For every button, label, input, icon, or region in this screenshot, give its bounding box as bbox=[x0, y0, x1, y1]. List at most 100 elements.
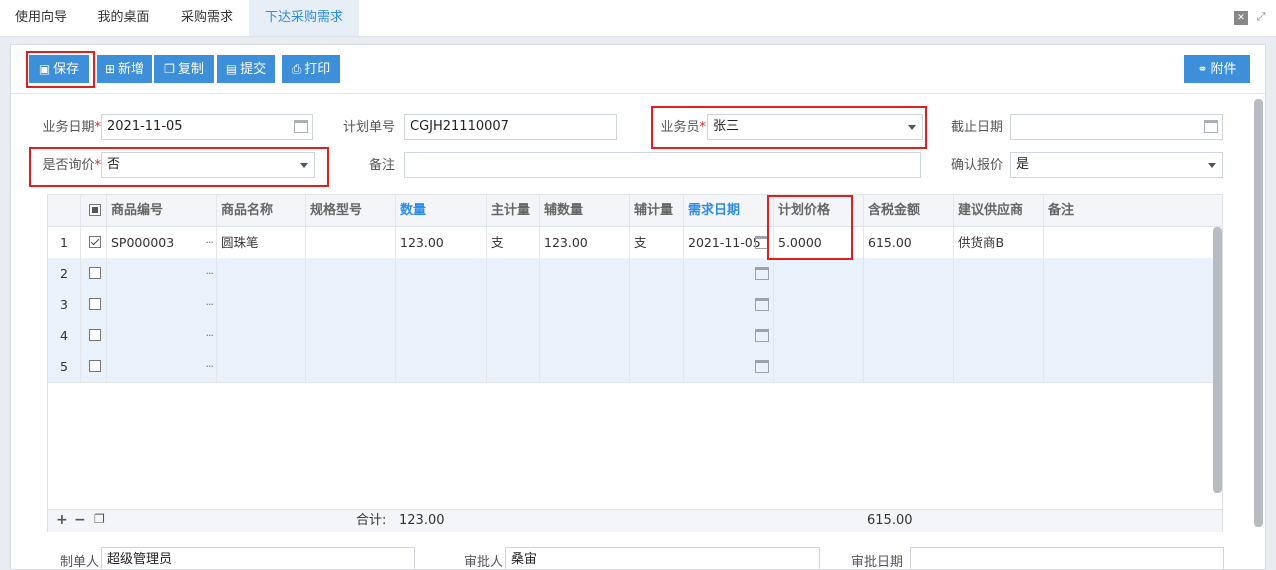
plan-no-input[interactable]: CGJH21110007 bbox=[404, 114, 617, 140]
more-icon[interactable]: ··· bbox=[206, 227, 214, 258]
print-icon: ⎙ bbox=[291, 62, 302, 76]
remark-input[interactable] bbox=[404, 152, 921, 178]
copy-button[interactable]: ❐ 复制 bbox=[154, 55, 214, 83]
header-aux-qty: 辅数量 bbox=[540, 195, 630, 226]
chevron-down-icon bbox=[1208, 163, 1216, 168]
row-checkbox[interactable] bbox=[89, 360, 101, 372]
header-note: 备注 bbox=[1048, 203, 1075, 218]
calendar-icon[interactable] bbox=[755, 360, 769, 373]
table-footer: + − ❐ 合计: 123.00 615.00 bbox=[48, 509, 1222, 532]
cell-aux-qty[interactable]: 123.00 bbox=[540, 227, 630, 258]
copy-row-icon[interactable]: ❐ bbox=[94, 512, 105, 526]
row-checkbox[interactable] bbox=[89, 236, 101, 248]
add-row-icon[interactable]: + bbox=[56, 512, 68, 528]
cell-code[interactable]: ··· bbox=[107, 289, 217, 320]
cell-date[interactable] bbox=[684, 351, 774, 382]
cell-name[interactable]: 圆珠笔 bbox=[217, 227, 306, 258]
calendar-icon[interactable] bbox=[1204, 120, 1218, 133]
calendar-icon[interactable] bbox=[294, 120, 308, 133]
cell-amount[interactable]: 615.00 bbox=[864, 227, 954, 258]
submit-button[interactable]: ▤ 提交 bbox=[217, 55, 275, 83]
link-icon: ⚭ bbox=[1197, 62, 1208, 76]
confirm-quote-label: 确认报价 bbox=[950, 158, 1003, 173]
plan-no-label: 计划单号 bbox=[342, 120, 395, 135]
header-amount: 含税金额 bbox=[864, 195, 954, 226]
plus-square-icon: ⊞ bbox=[104, 62, 116, 76]
panel-scrollbar[interactable] bbox=[1254, 99, 1263, 527]
header-qty: 数量 bbox=[396, 195, 487, 226]
cell-code[interactable]: ··· bbox=[107, 351, 217, 382]
close-tab-icon[interactable]: ✕ bbox=[1234, 11, 1248, 25]
total-label: 合计: bbox=[356, 513, 387, 528]
cell-date[interactable] bbox=[684, 258, 774, 289]
approver-input[interactable]: 桑宙 bbox=[505, 547, 820, 569]
attachment-button[interactable]: ⚭ 附件 bbox=[1184, 55, 1250, 83]
more-icon[interactable]: ··· bbox=[206, 351, 214, 382]
document-icon: ▤ bbox=[225, 62, 238, 76]
row-number-header bbox=[48, 195, 81, 226]
cell-supplier[interactable]: 供货商B bbox=[954, 227, 1044, 258]
tab-purchase-demand[interactable]: 采购需求 bbox=[165, 0, 249, 36]
cell-date[interactable]: 2021-11-05 bbox=[684, 227, 774, 258]
table-header: 商品编号 商品名称 规格型号 数量 主计量 辅数量 辅计量 需求日期 计划价格 … bbox=[48, 195, 1222, 227]
calendar-icon[interactable] bbox=[755, 329, 769, 342]
tab-desktop[interactable]: 我的桌面 bbox=[82, 0, 165, 36]
save-button[interactable]: ▣ 保存 bbox=[29, 55, 89, 83]
table-row[interactable]: 2 ··· bbox=[48, 258, 1222, 290]
table-row[interactable]: 1 SP000003 ··· 圆珠笔 123.00 支 123.00 支 2021… bbox=[48, 227, 1222, 259]
total-qty: 123.00 bbox=[399, 513, 445, 528]
cell-price[interactable]: 5.0000 bbox=[774, 227, 864, 258]
calendar-icon[interactable] bbox=[755, 298, 769, 311]
form-panel: ▣ 保存 ⊞ 新增 ❐ 复制 ▤ 提交 ⎙ 打印 ⚭ 附件 业务日期* 2021-11-05… bbox=[10, 44, 1266, 570]
inquiry-select[interactable]: 否 bbox=[101, 152, 315, 178]
table-row[interactable]: 4 ··· bbox=[48, 320, 1222, 352]
header-unit: 主计量 bbox=[487, 195, 540, 226]
approve-date-label: 审批日期 bbox=[850, 555, 903, 570]
cell-note[interactable] bbox=[1044, 227, 1212, 258]
salesman-select[interactable]: 张三 bbox=[707, 114, 923, 140]
approve-date-input[interactable] bbox=[910, 547, 1224, 569]
deadline-input[interactable] bbox=[1010, 114, 1223, 140]
fullscreen-icon[interactable]: ⤢ bbox=[1255, 11, 1267, 23]
tab-guide[interactable]: 使用向导 bbox=[0, 0, 82, 36]
more-icon[interactable]: ··· bbox=[206, 289, 214, 320]
cell-spec[interactable] bbox=[306, 227, 396, 258]
row-checkbox[interactable] bbox=[89, 298, 101, 310]
table-row[interactable]: 3 ··· bbox=[48, 289, 1222, 321]
items-table: 商品编号 商品名称 规格型号 数量 主计量 辅数量 辅计量 需求日期 计划价格 … bbox=[47, 194, 1223, 532]
cell-date[interactable] bbox=[684, 289, 774, 320]
cell-code[interactable]: SP000003 ··· bbox=[107, 227, 217, 258]
maker-input[interactable]: 超级管理员 bbox=[101, 547, 415, 569]
toolbar: ▣ 保存 ⊞ 新增 ❐ 复制 ▤ 提交 ⎙ 打印 ⚭ 附件 bbox=[11, 45, 1265, 94]
cell-unit[interactable]: 支 bbox=[487, 227, 540, 258]
tab-issue-purchase-demand[interactable]: 下达采购需求 bbox=[249, 0, 359, 36]
biz-date-input[interactable]: 2021-11-05 bbox=[101, 114, 313, 140]
add-button[interactable]: ⊞ 新增 bbox=[97, 55, 152, 83]
cell-qty[interactable]: 123.00 bbox=[396, 227, 487, 258]
table-row[interactable]: 5 ··· bbox=[48, 351, 1222, 383]
header-aux-unit: 辅计量 bbox=[630, 195, 684, 226]
table-scrollbar-thumb[interactable] bbox=[1213, 227, 1222, 493]
more-icon[interactable]: ··· bbox=[206, 258, 214, 289]
row-checkbox[interactable] bbox=[89, 329, 101, 341]
copy-icon: ❐ bbox=[164, 62, 175, 76]
row-checkbox[interactable] bbox=[89, 267, 101, 279]
cell-code[interactable]: ··· bbox=[107, 258, 217, 289]
header-name: 商品名称 bbox=[217, 195, 306, 226]
header-spec: 规格型号 bbox=[306, 195, 396, 226]
calendar-icon[interactable] bbox=[755, 236, 769, 249]
chevron-down-icon bbox=[908, 125, 916, 130]
print-button[interactable]: ⎙ 打印 bbox=[282, 55, 340, 83]
cell-date[interactable] bbox=[684, 320, 774, 351]
table-scrollbar[interactable] bbox=[1212, 227, 1222, 509]
select-all-checkbox[interactable] bbox=[89, 204, 101, 216]
total-amount: 615.00 bbox=[867, 513, 913, 528]
calendar-icon[interactable] bbox=[755, 267, 769, 280]
more-icon[interactable]: ··· bbox=[206, 320, 214, 351]
cell-aux-unit[interactable]: 支 bbox=[630, 227, 684, 258]
cell-code[interactable]: ··· bbox=[107, 320, 217, 351]
remove-row-icon[interactable]: − bbox=[74, 512, 86, 528]
confirm-quote-select[interactable]: 是 bbox=[1010, 152, 1223, 178]
salesman-label: 业务员* bbox=[660, 120, 706, 135]
deadline-label: 截止日期 bbox=[950, 120, 1003, 135]
